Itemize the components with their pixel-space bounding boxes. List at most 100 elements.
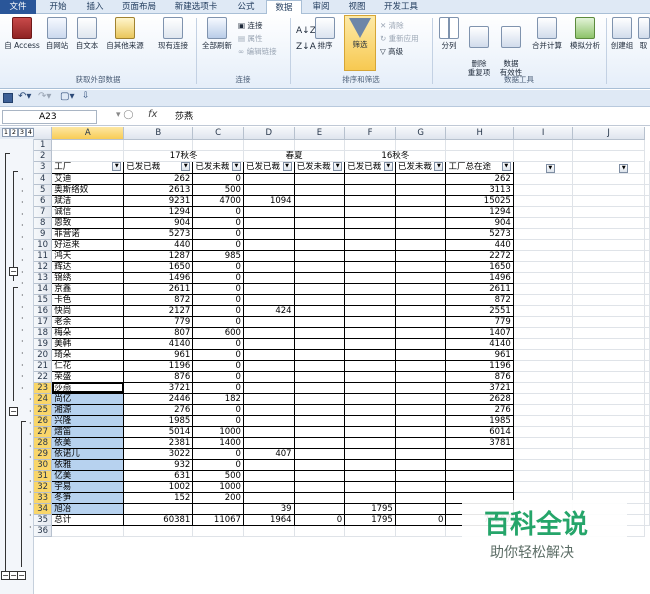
factory-cell[interactable]: 梅朵 [51,326,125,339]
row-header[interactable]: 28 [34,437,53,449]
empty-cell[interactable] [513,228,574,240]
empty-cell[interactable] [513,459,574,471]
tab-review[interactable]: 审阅 [304,0,338,14]
factory-cell[interactable]: 艾迪 [51,172,125,185]
empty-cell[interactable] [513,437,574,449]
value-cell[interactable] [445,447,514,460]
column-header-G[interactable]: G [395,127,447,140]
filter-dropdown-icon[interactable]: ▼ [619,163,629,172]
outline-level-3-button[interactable]: 3 [18,128,26,137]
value-cell[interactable]: 1650 [123,260,194,273]
value-cell[interactable]: 2611 [445,282,514,295]
value-cell[interactable] [394,216,447,229]
empty-cell[interactable] [513,250,574,262]
factory-cell[interactable]: 宇易 [51,480,125,493]
value-cell[interactable]: 2381 [123,436,194,449]
empty-cell[interactable] [644,492,650,504]
value-cell[interactable]: 1964 [242,513,295,526]
value-cell[interactable]: 1795 [344,513,396,526]
value-cell[interactable] [344,205,396,218]
value-cell[interactable] [293,293,346,306]
factory-cell[interactable]: 依美 [51,436,125,449]
empty-cell[interactable] [572,448,645,460]
value-cell[interactable] [344,216,396,229]
value-cell[interactable] [394,304,447,317]
filter-dropdown-icon[interactable]: ▼ [434,162,444,171]
value-cell[interactable] [293,414,346,427]
empty-cell[interactable] [513,272,574,284]
row-header[interactable]: 8 [34,217,53,229]
factory-cell[interactable]: 冬笋 [51,491,125,504]
value-cell[interactable] [394,502,447,515]
value-cell[interactable]: 276 [445,403,514,416]
value-cell[interactable] [293,403,346,416]
value-cell[interactable] [242,216,295,229]
row-header[interactable]: 21 [34,360,53,372]
value-cell[interactable]: 4700 [192,194,244,207]
remove-duplicates-button[interactable]: 删除 重复项 [464,17,494,77]
value-cell[interactable] [293,337,346,350]
value-cell[interactable] [344,238,396,251]
value-cell[interactable]: 876 [123,370,194,383]
empty-cell[interactable] [572,206,645,218]
row-header[interactable]: 17 [34,316,53,328]
row-header[interactable]: 35 [34,514,53,526]
outline-level-4-button[interactable]: 4 [26,128,34,137]
value-cell[interactable] [242,392,295,405]
column-header-C[interactable]: C [192,127,244,140]
factory-cell[interactable]: 卡色 [51,293,125,306]
tab-developer[interactable]: 开发工具 [376,0,426,14]
value-cell[interactable] [445,480,514,493]
value-cell[interactable] [293,172,346,185]
value-cell[interactable]: 904 [123,216,194,229]
factory-cell[interactable]: 莎燕 [51,381,125,394]
value-cell[interactable]: 779 [445,315,514,328]
value-cell[interactable] [242,238,295,251]
outline-level-2-button[interactable]: 2 [10,128,18,137]
tab-view[interactable]: 视图 [340,0,374,14]
value-cell[interactable]: 2613 [123,183,194,196]
header-cell-b[interactable]: 已发已裁 ▼ [123,160,194,174]
value-cell[interactable] [344,491,396,504]
formula-input[interactable]: 莎燕 [175,110,193,124]
print-preview-icon[interactable]: ▢▾ [60,91,74,102]
value-cell[interactable] [344,414,396,427]
factory-cell[interactable]: 仁花 [51,359,125,372]
value-cell[interactable] [242,326,295,339]
sort-button[interactable]: 排序 [312,17,338,50]
empty-cell[interactable] [572,481,645,493]
value-cell[interactable] [394,315,447,328]
value-cell[interactable] [394,370,447,383]
value-cell[interactable]: 961 [445,348,514,361]
value-cell[interactable]: 1650 [445,260,514,273]
header-cell-c[interactable]: 已发未裁 ▼ [192,160,244,174]
empty-cell[interactable] [572,393,645,405]
value-cell[interactable]: 424 [242,304,295,317]
empty-cell[interactable] [644,437,650,449]
value-cell[interactable]: 0 [192,381,244,394]
tab-new[interactable]: 新建选项卡 [166,0,226,14]
value-cell[interactable] [293,469,346,482]
empty-cell[interactable] [644,206,650,218]
row-header[interactable]: 32 [34,481,53,493]
empty-cell[interactable] [572,349,645,361]
empty-cell[interactable] [644,239,650,251]
row-header[interactable]: 1 [34,139,53,151]
value-cell[interactable] [242,480,295,493]
value-cell[interactable]: 60381 [123,513,194,526]
empty-cell[interactable] [644,316,650,328]
value-cell[interactable]: 600 [192,326,244,339]
namebox-dropdown-icon[interactable]: ▾ ◯ [116,110,133,120]
empty-cell[interactable] [513,371,574,383]
filter-dropdown-icon[interactable]: ▼ [501,162,511,171]
value-cell[interactable] [344,348,396,361]
empty-cell[interactable] [572,184,645,196]
value-cell[interactable] [242,271,295,284]
value-cell[interactable]: 1196 [445,359,514,372]
value-cell[interactable] [344,436,396,449]
filter-dropdown-icon[interactable]: ▼ [231,162,241,171]
value-cell[interactable]: 0 [192,403,244,416]
value-cell[interactable]: 631 [123,469,194,482]
value-cell[interactable] [242,337,295,350]
row-header[interactable]: 20 [34,349,53,361]
